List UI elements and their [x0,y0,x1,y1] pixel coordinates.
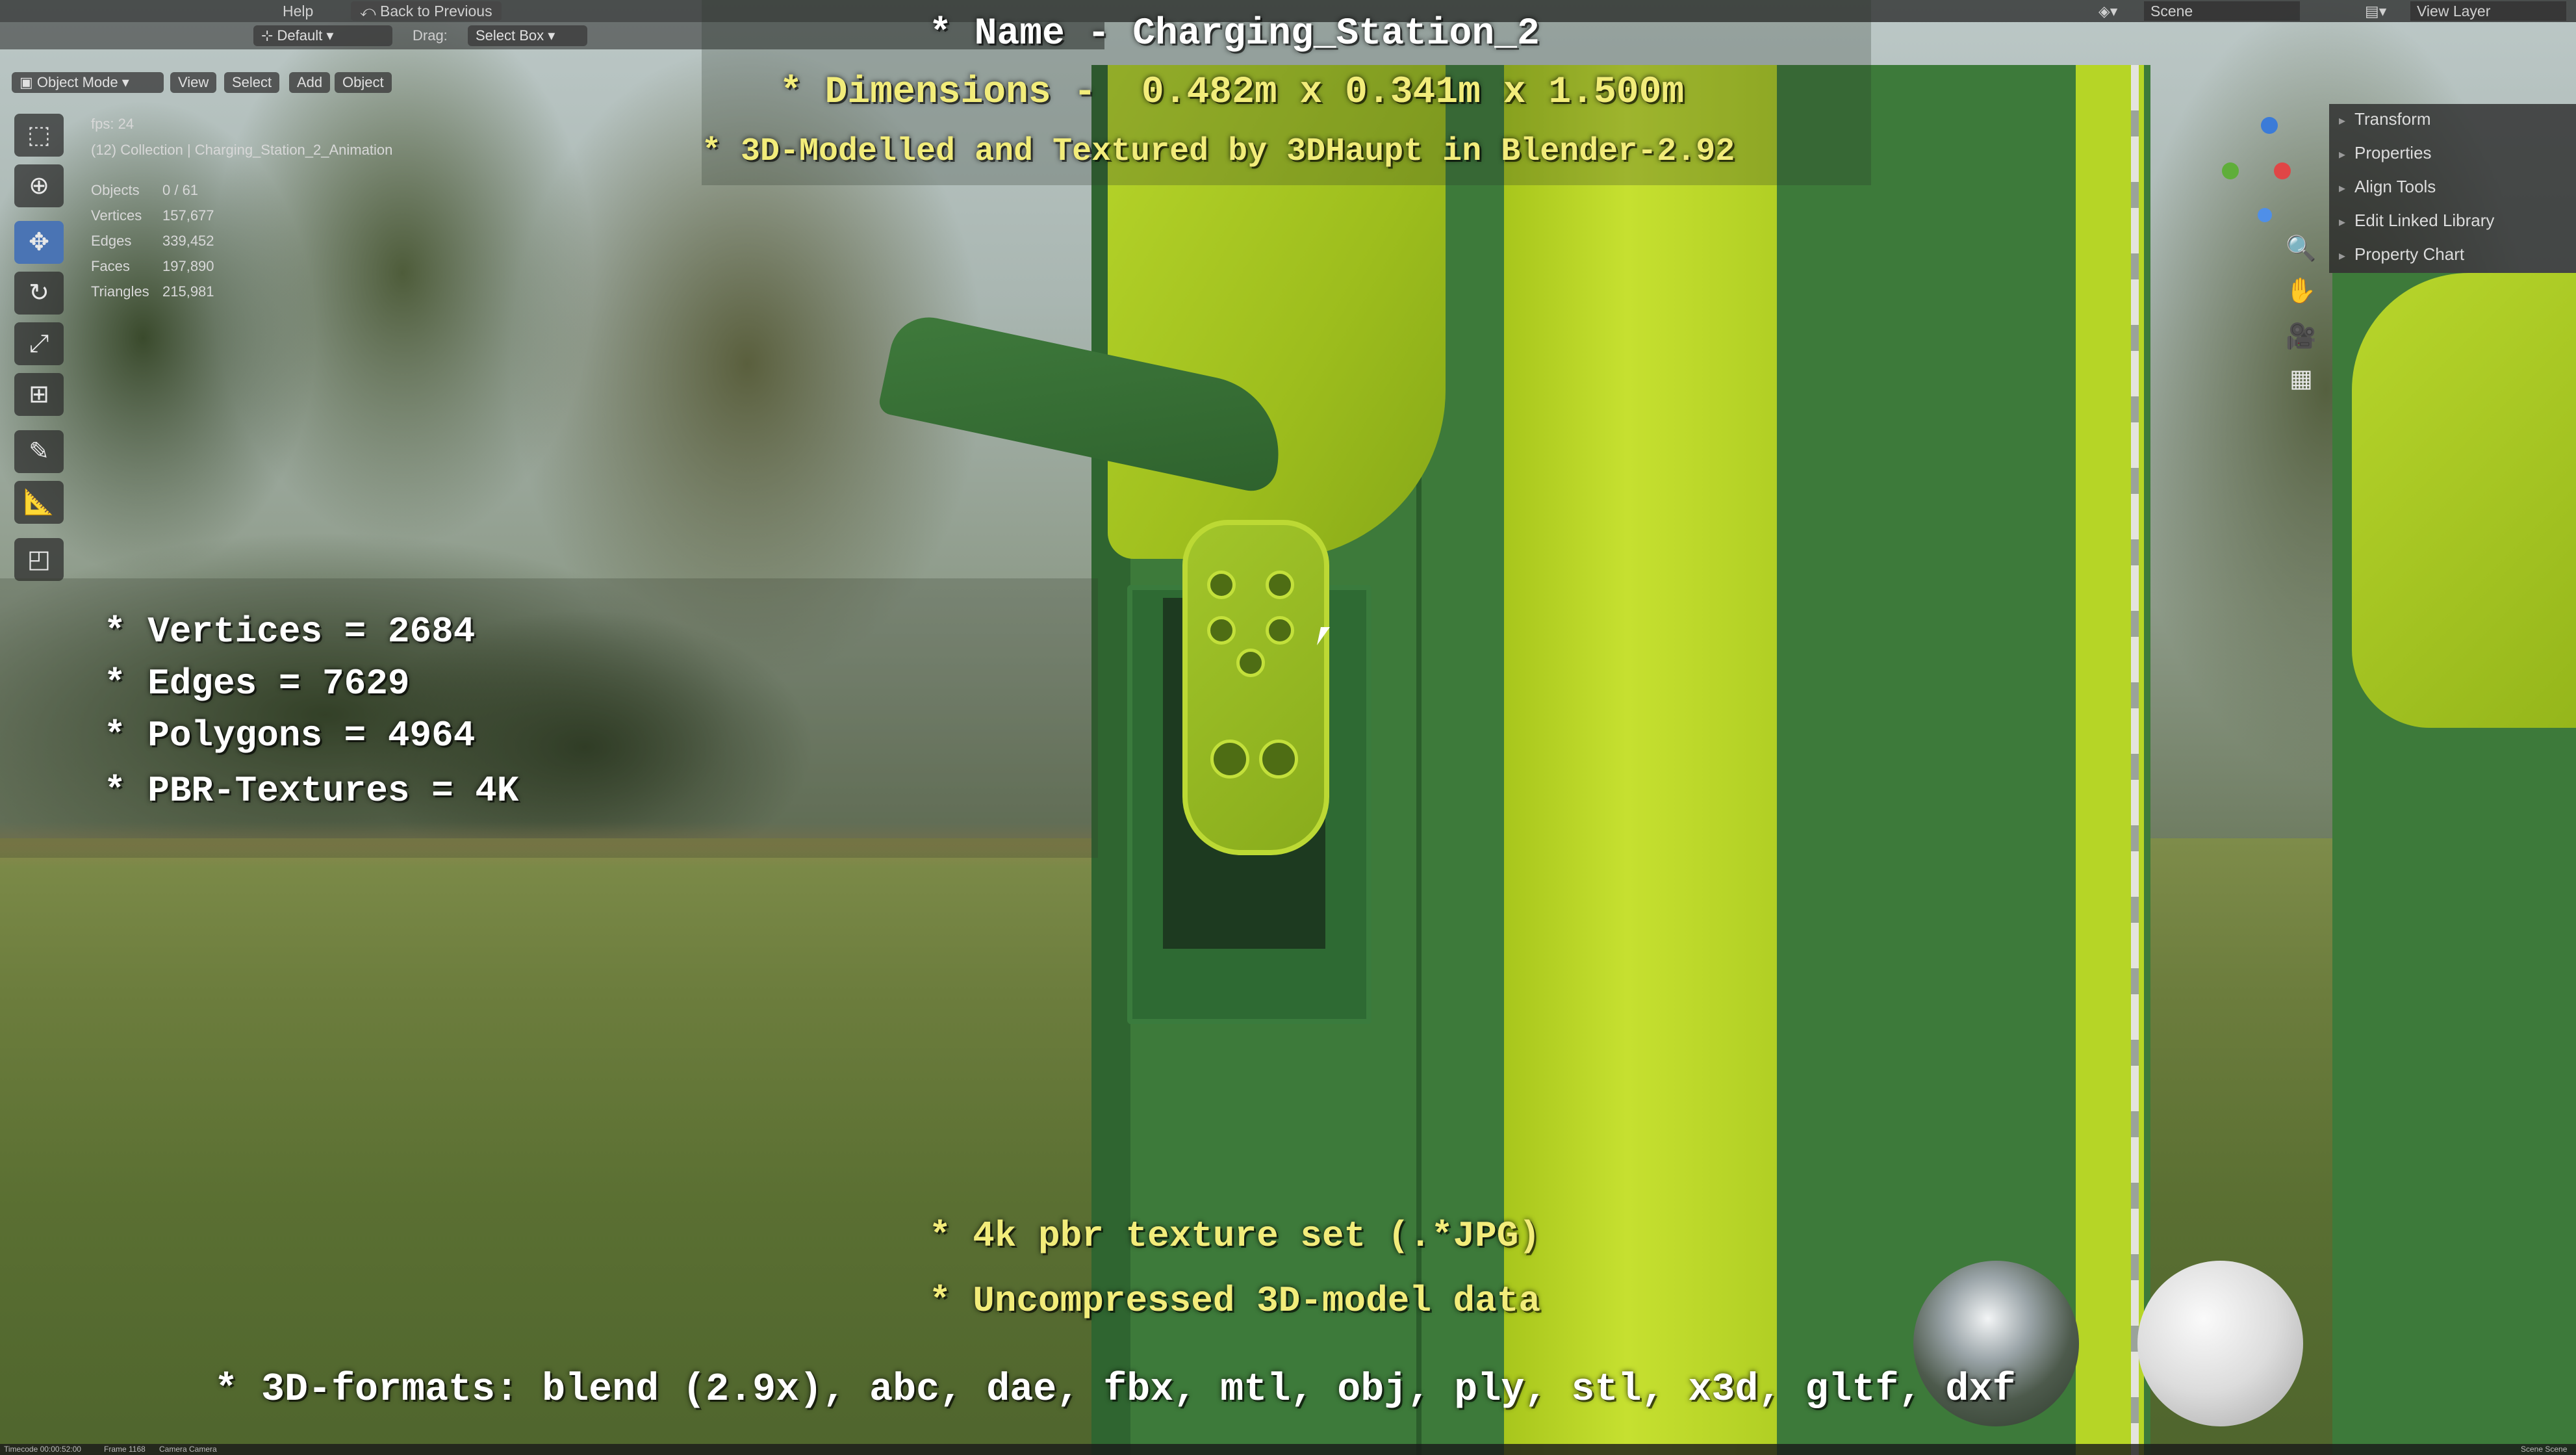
navigation-gizmo[interactable] [2209,110,2293,222]
view-layer-selector[interactable]: View Layer [2410,1,2566,21]
move-icon[interactable]: ✥ [14,221,64,264]
stat-edges-label: Edges [91,233,132,249]
select-box-icon[interactable]: ⬚ [14,114,64,157]
socket-pin [1207,616,1236,645]
socket-pin [1236,649,1265,677]
menu-object[interactable]: Object [335,72,392,93]
expand-icon: ▸ [2339,249,2346,263]
sidebar-item-transform[interactable]: ▸ Transform [2339,109,2431,129]
fps-readout: fps: 24 [91,116,134,132]
caption-edges: * Edges = 7629 [104,663,410,704]
scale-icon[interactable]: ⤢ [14,322,64,365]
stat-vertices-value: 157,677 [162,207,214,224]
status-timecode: Timecode 00:00:52:00 [4,1445,81,1454]
orientation-icon: ⊹ [261,27,277,44]
sidebar-item-property-chart[interactable]: ▸ Property Chart [2339,244,2464,264]
zoom-icon[interactable]: 🔍 [2280,231,2322,267]
sidebar-item-align-tools[interactable]: ▸ Align Tools [2339,177,2436,197]
caption-credit: * 3D-Modelled and Textured by 3DHaupt in… [702,133,1735,170]
menu-add[interactable]: Add [289,72,331,93]
caption-texture-set: * 4k pbr texture set (.*JPG) [929,1215,1540,1257]
menu-view[interactable]: View [170,72,217,93]
menu-help[interactable]: Help [283,1,313,21]
menu-select[interactable]: Select [224,72,280,93]
scene-selector[interactable]: Scene [2144,1,2300,21]
sidebar-item-label: Align Tools [2354,177,2436,196]
socket-dc-pin [1210,740,1249,779]
collection-info: (12) Collection | Charging_Station_2_Ani… [91,142,393,158]
status-frame: Frame 1168 [104,1445,146,1454]
view-layer-icon[interactable]: ▤▾ [2365,1,2386,21]
socket-dc-pin [1259,740,1298,779]
cursor-icon[interactable]: ⊕ [14,164,64,207]
station-dashed-line [2131,65,2139,1455]
sidebar-item-properties[interactable]: ▸ Properties [2339,143,2432,163]
status-scene: Scene Scene [2521,1445,2568,1454]
drag-value: Select Box [476,27,544,44]
stat-objects-value: 0 / 61 [162,182,199,198]
drag-label: Drag: [413,27,448,44]
grid-icon[interactable]: ▦ [2280,361,2322,397]
station-yellow-stripe [1504,65,1777,1455]
stat-edges-value: 339,452 [162,233,214,249]
gizmo-neg-z-axis[interactable] [2258,208,2272,222]
sidebar-item-label: Transform [2354,109,2431,129]
expand-icon: ▸ [2339,148,2346,162]
caption-vertices: * Vertices = 2684 [104,611,476,652]
sidebar-item-edit-linked-library[interactable]: ▸ Edit Linked Library [2339,211,2494,231]
object-mode-label: Object Mode [36,74,118,90]
sidebar-item-label: Edit Linked Library [2354,211,2495,230]
stat-triangles-label: Triangles [91,283,149,300]
material-preview-sphere [2137,1261,2303,1426]
second-station-dome [2352,273,2576,728]
expand-icon: ▸ [2339,181,2346,196]
gizmo-y-axis[interactable] [2222,162,2239,179]
camera-icon[interactable]: 🎥 [2280,318,2322,355]
socket-pin [1266,571,1294,599]
add-cube-icon[interactable]: ◰ [14,538,64,581]
caption-name: * Name - Charging_Station_2 [929,13,1540,55]
socket-pin [1266,616,1294,645]
status-camera: Camera Camera [159,1445,217,1454]
orientation-value: Default [277,27,323,44]
stat-triangles-value: 215,981 [162,283,214,300]
rotate-icon[interactable]: ↻ [14,272,64,315]
transform-icon[interactable]: ⊞ [14,373,64,416]
stat-vertices-label: Vertices [91,207,142,224]
sidebar-item-label: Properties [2354,143,2432,162]
annotate-icon[interactable]: ✎ [14,430,64,473]
hand-icon[interactable]: ✋ [2280,273,2322,309]
caption-uncompressed: * Uncompressed 3D-model data [929,1280,1540,1322]
object-mode-icon: ▣ [19,74,37,90]
measure-icon[interactable]: 📐 [14,481,64,524]
gizmo-z-axis[interactable] [2261,117,2278,134]
caption-polygons: * Polygons = 4964 [104,715,476,756]
stat-faces-value: 197,890 [162,258,214,274]
charging-socket[interactable] [1182,520,1329,855]
back-button-label: Back to Previous [379,3,492,19]
stat-faces-label: Faces [91,258,130,274]
caption-dimensions: * Dimensions - 0.482m x 0.341m x 1.500m [780,71,1685,114]
gizmo-x-axis[interactable] [2274,162,2291,179]
orientation-dropdown[interactable]: ⊹ Default ▾ [253,25,392,46]
socket-pin [1207,571,1236,599]
sidebar-item-label: Property Chart [2354,244,2465,264]
scene-icon[interactable]: ◈▾ [2098,1,2117,21]
caption-textures: * PBR-Textures = 4K [104,770,519,812]
back-icon: ⤺ [360,3,380,19]
expand-icon: ▸ [2339,215,2346,229]
expand-icon: ▸ [2339,114,2346,128]
tool-shelf: ⬚ ⊕ ✥ ↻ ⤢ ⊞ ✎ 📐 ◰ [6,114,71,582]
status-bar: Timecode 00:00:52:00 Frame 1168 Camera C… [0,1444,2576,1455]
caption-formats: * 3D-formats: blend (2.9x), abc, dae, fb… [214,1368,2016,1412]
stat-objects-label: Objects [91,182,140,198]
drag-dropdown[interactable]: Select Box ▾ [468,25,587,46]
object-mode-dropdown[interactable]: ▣ Object Mode ▾ [12,72,164,93]
back-to-previous-button[interactable]: ⤺ Back to Previous [351,1,502,21]
